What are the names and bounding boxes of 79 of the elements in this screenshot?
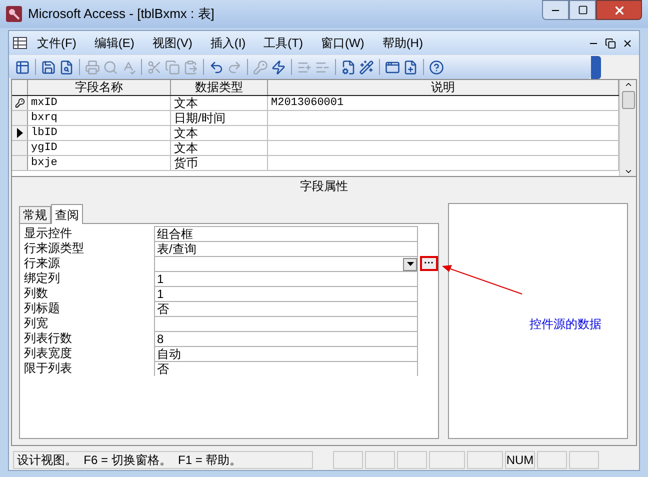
scrollbar[interactable] bbox=[619, 80, 636, 176]
property-value[interactable]: 8 bbox=[154, 331, 418, 346]
annotation-text: 控件源的数据 bbox=[530, 316, 602, 332]
new-file-icon[interactable] bbox=[403, 60, 418, 74]
property-label: 列标题 bbox=[23, 301, 61, 316]
menu-item[interactable]: 视图(V) bbox=[144, 34, 200, 52]
table-cell: bxrq bbox=[28, 111, 171, 125]
dropdown-button[interactable] bbox=[403, 258, 417, 270]
close-button[interactable] bbox=[596, 0, 642, 20]
maximize-icon bbox=[578, 5, 588, 15]
dropdown-arrow-icon bbox=[406, 262, 414, 266]
property-label: 列宽 bbox=[23, 316, 49, 331]
table-cell: bxje bbox=[28, 156, 171, 170]
menu-item[interactable]: 窗口(W) bbox=[312, 34, 372, 52]
undo-icon[interactable] bbox=[209, 60, 224, 74]
status-message: 设计视图。 F6 = 切换窗格。 F1 = 帮助。 bbox=[13, 451, 313, 469]
property-label: 行来源类型 bbox=[23, 241, 85, 256]
close-icon bbox=[612, 4, 626, 16]
row-selector[interactable] bbox=[12, 126, 28, 140]
table-cell: 日期/时间 bbox=[171, 111, 268, 125]
maximize-button[interactable] bbox=[569, 0, 596, 20]
table-cell: 文本 bbox=[171, 126, 268, 140]
app-key-icon bbox=[6, 6, 22, 22]
tab[interactable]: 常规 bbox=[19, 206, 51, 223]
window-title: Microsoft Access - [tblBxmx : 表] bbox=[28, 5, 214, 24]
scroll-down-icon[interactable] bbox=[624, 167, 632, 176]
property-label: 列表宽度 bbox=[23, 346, 73, 361]
property-value[interactable]: 组合框 bbox=[154, 226, 418, 241]
property-label: 显示控件 bbox=[23, 226, 73, 241]
preview-icon[interactable] bbox=[59, 60, 74, 74]
property-value[interactable]: 表/查询 bbox=[154, 241, 418, 256]
window-icon[interactable] bbox=[385, 60, 400, 74]
properties-icon[interactable] bbox=[341, 60, 356, 74]
property-value[interactable]: 1 bbox=[154, 286, 418, 301]
builder-button[interactable]: ··· bbox=[420, 256, 438, 271]
property-label: 绑定列 bbox=[23, 271, 61, 286]
property-label: 限于列表 bbox=[23, 361, 73, 376]
status-indicator bbox=[365, 451, 395, 469]
property-label: 列表行数 bbox=[23, 331, 73, 346]
save-icon[interactable] bbox=[41, 60, 56, 74]
menu-item[interactable]: 帮助(H) bbox=[374, 34, 431, 52]
table-cell: 货币 bbox=[171, 156, 268, 170]
restore-icon[interactable] bbox=[605, 38, 616, 48]
column-header: 字段名称 bbox=[28, 80, 171, 95]
status-indicator bbox=[429, 451, 465, 469]
tab[interactable]: 查阅 bbox=[51, 204, 83, 224]
help-icon[interactable] bbox=[429, 60, 444, 74]
status-indicator bbox=[333, 451, 363, 469]
status-indicator bbox=[569, 451, 599, 469]
table-cell: 文本 bbox=[171, 96, 268, 110]
property-value[interactable]: 自动 bbox=[154, 346, 418, 361]
table-icon[interactable] bbox=[15, 60, 30, 74]
scroll-thumb[interactable] bbox=[622, 91, 634, 109]
lightning-icon[interactable] bbox=[271, 60, 286, 74]
property-value[interactable]: 否 bbox=[154, 361, 418, 376]
close-icon[interactable] bbox=[622, 38, 633, 48]
property-value[interactable]: 否 bbox=[154, 301, 418, 316]
property-label: 行来源 bbox=[23, 256, 61, 271]
section-title: 字段属性 bbox=[300, 178, 348, 195]
table-cell: ygID bbox=[28, 141, 171, 155]
wand-icon[interactable] bbox=[359, 60, 374, 74]
menu-item[interactable]: 文件(F) bbox=[29, 34, 84, 52]
table-cell: 文本 bbox=[171, 141, 268, 155]
status-indicator bbox=[537, 451, 567, 469]
status-indicator: NUM bbox=[505, 451, 535, 469]
menu-item[interactable]: 编辑(E) bbox=[86, 34, 142, 52]
toolbar-options-button[interactable] bbox=[591, 56, 601, 78]
status-indicator bbox=[467, 451, 503, 469]
property-label: 列数 bbox=[23, 286, 49, 301]
status-indicator bbox=[397, 451, 427, 469]
table-icon[interactable] bbox=[13, 37, 27, 49]
table-cell: lbID bbox=[28, 126, 171, 140]
menu-item[interactable]: 插入(I) bbox=[202, 34, 254, 52]
menu-item[interactable]: 工具(T) bbox=[256, 34, 311, 52]
scroll-up-icon[interactable] bbox=[624, 80, 632, 89]
property-value[interactable]: 1 bbox=[154, 271, 418, 286]
row-selector[interactable] bbox=[12, 96, 28, 110]
table-cell: mxID bbox=[28, 96, 171, 110]
column-header: 数据类型 bbox=[171, 80, 268, 95]
